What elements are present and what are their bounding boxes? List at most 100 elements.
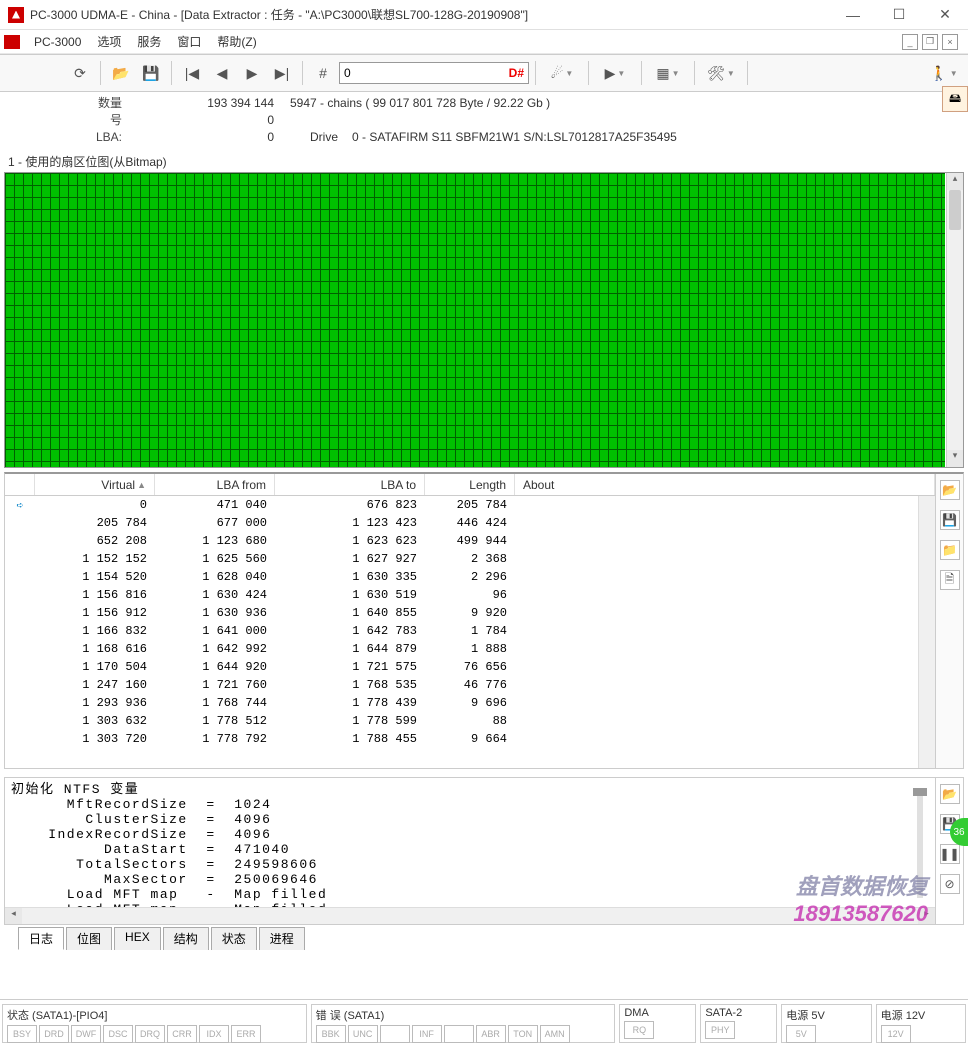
play-button[interactable]: ▶▼	[595, 59, 635, 87]
status-led: INF	[412, 1025, 442, 1043]
mdi-minimize-button[interactable]: _	[902, 34, 918, 50]
status-led: DRQ	[135, 1025, 165, 1043]
table-row[interactable]: 1 303 7201 778 7921 788 4559 664	[5, 730, 935, 748]
tab-4[interactable]: 状态	[211, 927, 257, 950]
prev-button[interactable]: ◀	[208, 59, 236, 87]
num-value: 0	[130, 113, 290, 127]
tab-5[interactable]: 进程	[259, 927, 305, 950]
bitmap-scrollbar[interactable]: ▴ ▾	[946, 173, 963, 467]
statusbar: 状态 (SATA1)-[PIO4] BSYDRDDWFDSCDRQCRRIDXE…	[0, 999, 968, 1047]
down-arrow-icon: D#	[509, 66, 524, 80]
status-led	[380, 1025, 410, 1043]
mdi-restore-button[interactable]: ❐	[922, 34, 938, 50]
menu-help[interactable]: 帮助(Z)	[209, 33, 264, 50]
maximize-button[interactable]: ☐	[876, 0, 922, 30]
table-row[interactable]: 1 303 6321 778 5121 778 59988	[5, 712, 935, 730]
save-button[interactable]: 💾	[137, 59, 165, 87]
status-led: IDX	[199, 1025, 229, 1043]
num-label: 号	[0, 111, 130, 128]
window-title: PC-3000 UDMA-E - China - [Data Extractor…	[30, 6, 830, 23]
drive-status-icon[interactable]: 🖴	[942, 86, 968, 112]
status-g2-label: 错 误 (SATA1)	[316, 1007, 611, 1023]
table-row[interactable]: 1 247 1601 721 7601 768 53546 776	[5, 676, 935, 694]
mdi-close-button[interactable]: ×	[942, 34, 958, 50]
drive-value: 0 - SATAFIRM S11 SBFM21W1 S/N:LSL7012817…	[338, 130, 677, 144]
status-led: DRD	[39, 1025, 69, 1043]
status-led: CRR	[167, 1025, 197, 1043]
tab-0[interactable]: 日志	[18, 927, 64, 950]
status-led: UNC	[348, 1025, 378, 1043]
tab-1[interactable]: 位图	[66, 927, 112, 950]
log-hscrollbar[interactable]: ◂▸	[5, 907, 935, 924]
log-open-button[interactable]: 📂	[940, 784, 960, 804]
tab-2[interactable]: HEX	[114, 927, 161, 950]
open-button[interactable]: 📂	[107, 59, 135, 87]
status-g1-label: 状态 (SATA1)-[PIO4]	[7, 1007, 302, 1023]
table-row[interactable]: 1 166 8321 641 0001 642 7831 784	[5, 622, 935, 640]
menu-app[interactable]: PC-3000	[26, 35, 89, 49]
status-led: ERR	[231, 1025, 261, 1043]
table-row[interactable]: 1 156 9121 630 9361 640 8559 920	[5, 604, 935, 622]
log-slider[interactable]	[917, 788, 923, 898]
bottom-tabs: 日志位图HEX结构状态进程	[18, 927, 964, 950]
status-led	[444, 1025, 474, 1043]
status-led: ABR	[476, 1025, 506, 1043]
table-row[interactable]: 1 152 1521 625 5601 627 9272 368	[5, 550, 935, 568]
minimize-button[interactable]: —	[830, 0, 876, 30]
table-row[interactable]: 1 154 5201 628 0401 630 3352 296	[5, 568, 935, 586]
table-row[interactable]: 1 156 8161 630 4241 630 51996	[5, 586, 935, 604]
side-open-button[interactable]: 📂	[940, 480, 960, 500]
table-row[interactable]: 1 168 6161 642 9921 644 8791 888	[5, 640, 935, 658]
status-led: AMN	[540, 1025, 570, 1043]
refresh-button[interactable]: ⟳	[66, 59, 94, 87]
next-button[interactable]: ▶	[238, 59, 266, 87]
side-folder-button[interactable]: 📁	[940, 540, 960, 560]
table-row[interactable]: 1 293 9361 768 7441 778 4399 696	[5, 694, 935, 712]
col-virtual[interactable]: Virtual▲	[35, 474, 155, 495]
status-led: DWF	[71, 1025, 101, 1043]
app-icon	[8, 7, 24, 23]
table-row[interactable]: ➪0471 040676 823205 784	[5, 496, 935, 514]
tab-3[interactable]: 结构	[163, 927, 209, 950]
exit-button[interactable]: 🚶▼	[924, 59, 964, 87]
doc-icon	[4, 35, 20, 49]
address-input[interactable]: 0 D#	[339, 62, 529, 84]
side-save-button[interactable]: 💾	[940, 510, 960, 530]
menu-service[interactable]: 服务	[129, 33, 169, 50]
menu-options[interactable]: 选项	[89, 33, 129, 50]
grid-button[interactable]: #	[309, 59, 337, 87]
log-pause-button[interactable]: ❚❚	[940, 844, 960, 864]
table-body: ➪0471 040676 823205 784205 784677 0001 1…	[5, 496, 935, 768]
status-led: BBK	[316, 1025, 346, 1043]
status-g4-label: SATA-2	[705, 1007, 772, 1019]
status-led: TON	[508, 1025, 538, 1043]
status-led: PHY	[705, 1021, 735, 1039]
col-length[interactable]: Length	[425, 474, 515, 495]
log-clear-button[interactable]: ⊘	[940, 874, 960, 894]
menu-window[interactable]: 窗口	[169, 33, 209, 50]
col-lba-to[interactable]: LBA to	[275, 474, 425, 495]
lba-value: 0	[130, 130, 290, 144]
col-about[interactable]: About	[515, 474, 935, 495]
first-button[interactable]: |◀	[178, 59, 206, 87]
titlebar: PC-3000 UDMA-E - China - [Data Extractor…	[0, 0, 968, 30]
table-scrollbar[interactable]	[918, 496, 935, 768]
status-led: DSC	[103, 1025, 133, 1043]
qty-extra: 5947 - chains ( 99 017 801 728 Byte / 92…	[290, 96, 550, 110]
last-button[interactable]: ▶|	[268, 59, 296, 87]
sector-title: 1 - 使用的扇区位图(从Bitmap)	[4, 151, 964, 172]
table-row[interactable]: 1 170 5041 644 9201 721 57576 656	[5, 658, 935, 676]
menubar: PC-3000 选项 服务 窗口 帮助(Z) _ ❐ ×	[0, 30, 968, 54]
export-button[interactable]: ☄▼	[542, 59, 582, 87]
close-button[interactable]: ✕	[922, 0, 968, 30]
table-row[interactable]: 205 784677 0001 123 423446 424	[5, 514, 935, 532]
qty-value: 193 394 144	[130, 96, 290, 110]
status-g5-label: 电源 5V	[786, 1007, 866, 1023]
table-row[interactable]: 652 2081 123 6801 623 623499 944	[5, 532, 935, 550]
side-note-button[interactable]: 🗎	[940, 570, 960, 590]
sector-bitmap[interactable]: ▴ ▾	[4, 172, 964, 468]
col-lba-from[interactable]: LBA from	[155, 474, 275, 495]
log-text: 初始化 NTFS 变量 MftRecordSize = 1024 Cluster…	[5, 778, 935, 921]
tools-button[interactable]: 🛠▼	[701, 59, 741, 87]
grid-view-button[interactable]: ▦▼	[648, 59, 688, 87]
